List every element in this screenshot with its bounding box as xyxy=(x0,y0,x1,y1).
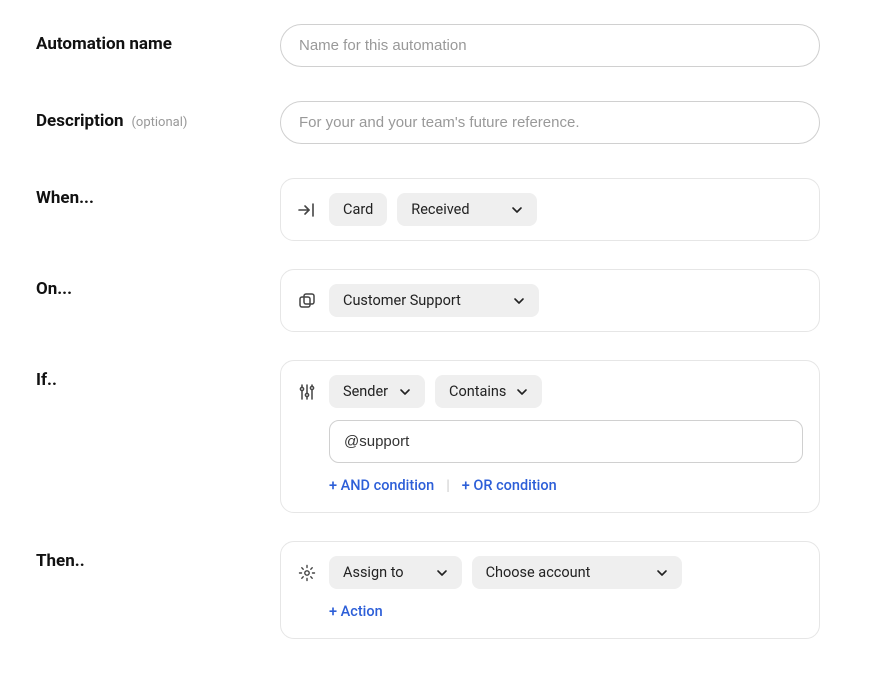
chevron-down-icon xyxy=(511,204,523,216)
then-label-col: Then.. xyxy=(36,541,264,571)
if-panel: Sender e Contains + AND condition | + OR… xyxy=(280,360,820,513)
then-action-links: + Action xyxy=(329,603,803,620)
then-panel: Assign to Choose account + Action xyxy=(280,541,820,639)
if-field-select[interactable]: Sender e xyxy=(329,375,425,408)
description-label: Description xyxy=(36,111,123,131)
when-event-text: Received xyxy=(411,201,469,218)
description-optional-label: (optional) xyxy=(131,115,187,130)
if-value-input[interactable] xyxy=(329,420,803,463)
when-subject-text: Card xyxy=(343,201,373,218)
on-label-col: On... xyxy=(36,269,264,299)
if-label: If.. xyxy=(36,370,57,390)
add-and-condition-button[interactable]: + AND condition xyxy=(329,477,434,494)
when-label: When... xyxy=(36,188,94,208)
arrow-in-icon xyxy=(295,202,319,218)
automation-name-control xyxy=(280,24,820,67)
chevron-down-icon xyxy=(656,567,668,579)
link-separator: | xyxy=(446,477,450,494)
when-subject-pill: Card xyxy=(329,193,387,226)
sliders-icon xyxy=(295,383,319,401)
chevron-down-icon xyxy=(516,386,528,398)
then-target-select[interactable]: Choose account xyxy=(472,556,682,589)
on-panel: Customer Support xyxy=(280,269,820,332)
automation-name-label-col: Automation name xyxy=(36,24,264,54)
gear-icon xyxy=(295,564,319,582)
description-control xyxy=(280,101,820,144)
when-row: When... Card Received xyxy=(36,178,847,241)
when-panel: Card Received xyxy=(280,178,820,241)
automation-name-input[interactable] xyxy=(280,24,820,67)
automation-name-row: Automation name xyxy=(36,24,847,67)
on-label: On... xyxy=(36,279,72,299)
if-operator-text: Contains xyxy=(449,383,506,400)
then-action-text: Assign to xyxy=(343,564,404,581)
automation-name-label: Automation name xyxy=(36,34,172,54)
on-row: On... Customer Support xyxy=(36,269,847,332)
board-icon xyxy=(295,292,319,310)
chevron-down-icon xyxy=(399,386,411,398)
then-control: Assign to Choose account + Action xyxy=(280,541,820,639)
on-control: Customer Support xyxy=(280,269,820,332)
description-input[interactable] xyxy=(280,101,820,144)
if-operator-select[interactable]: Contains xyxy=(435,375,542,408)
if-condition-links: + AND condition | + OR condition xyxy=(329,477,803,494)
if-field-text: Sender e xyxy=(343,383,389,400)
on-target-select[interactable]: Customer Support xyxy=(329,284,539,317)
description-row: Description (optional) xyxy=(36,101,847,144)
then-action-select[interactable]: Assign to xyxy=(329,556,462,589)
if-row: If.. Sender e Contain xyxy=(36,360,847,513)
description-label-col: Description (optional) xyxy=(36,101,264,131)
if-label-col: If.. xyxy=(36,360,264,390)
on-target-text: Customer Support xyxy=(343,292,461,309)
when-event-select[interactable]: Received xyxy=(397,193,537,226)
when-control: Card Received xyxy=(280,178,820,241)
then-target-text: Choose account xyxy=(486,564,591,581)
add-action-button[interactable]: + Action xyxy=(329,603,383,620)
then-row: Then.. Assign to Choose account xyxy=(36,541,847,639)
when-label-col: When... xyxy=(36,178,264,208)
then-label: Then.. xyxy=(36,551,85,571)
chevron-down-icon xyxy=(436,567,448,579)
add-or-condition-button[interactable]: + OR condition xyxy=(462,477,557,494)
if-control: Sender e Contains + AND condition | + OR… xyxy=(280,360,820,513)
chevron-down-icon xyxy=(513,295,525,307)
